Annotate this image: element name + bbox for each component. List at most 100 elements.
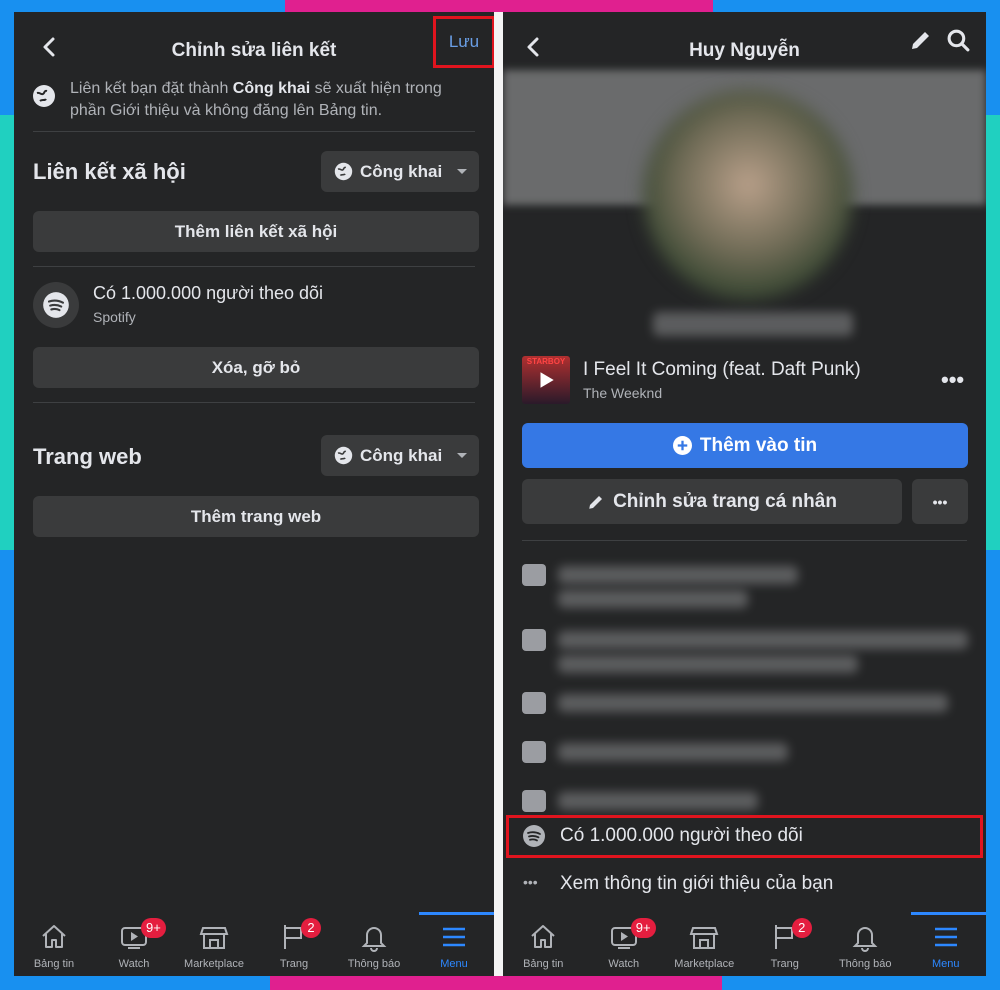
bottom-tab-bar: Bảng tin Watch 9+ Marketplace Trang 2 Thông bá… [503, 912, 986, 976]
home-icon [531, 925, 555, 948]
rss-feed-icon [522, 790, 546, 812]
graduation-cap-icon [522, 629, 546, 651]
bell-icon [361, 927, 387, 952]
bottom-tab-bar: Bảng tin Watch 9+ Marketplace Trang 2 Thông bá… [14, 912, 494, 976]
active-tab-indicator [419, 912, 494, 915]
tab-bảng-tin[interactable]: Bảng tin [14, 912, 94, 976]
home-icon [42, 925, 66, 948]
tab-bảng-tin[interactable]: Bảng tin [503, 912, 583, 976]
notification-badge: 2 [791, 918, 812, 938]
save-button[interactable]: Lưu [433, 16, 494, 68]
save-label: Lưu [448, 32, 480, 51]
notification-badge: 2 [301, 918, 321, 938]
marketplace-icon [689, 927, 719, 949]
divider-white [494, 12, 503, 976]
tab-label: Bảng tin [33, 958, 75, 970]
blurred-about-text [558, 655, 858, 673]
remove-link-button[interactable]: Xóa, gỡ bỏ [33, 347, 479, 388]
song-title: I Feel It Coming (feat. Daft Punk) [583, 359, 861, 380]
chevron-down-icon [457, 453, 468, 458]
divider [33, 402, 475, 403]
notification-badge: 9+ [141, 918, 166, 938]
social-links-heading: Liên kết xã hội [33, 159, 186, 184]
public-notice: Liên kết bạn đặt thành Công khai sẽ xuất… [70, 80, 442, 119]
chevron-down-icon [457, 169, 468, 174]
divider [33, 266, 475, 267]
profile-screen: Huy Nguyễn STARBOY I Feel It Coming (fea… [503, 12, 986, 976]
frame-pink-bottom [270, 976, 722, 990]
pencil-icon [589, 495, 603, 509]
tab-label: Menu [931, 958, 960, 970]
profile-more-button[interactable]: ••• [912, 479, 968, 524]
home-icon [522, 692, 546, 714]
tab-label: Watch [608, 958, 640, 970]
play-icon [540, 372, 554, 388]
tab-marketplace[interactable]: Marketplace [174, 912, 254, 976]
active-tab-indicator [910, 912, 986, 915]
menu-icon [934, 927, 957, 947]
website-privacy-dropdown[interactable]: Công khai [321, 435, 479, 476]
tab-label: Thông báo [838, 958, 892, 970]
album-art[interactable]: STARBOY [522, 356, 570, 404]
profile-picture [643, 90, 853, 300]
frame-teal-right [986, 115, 1000, 550]
blurred-about-text [558, 590, 748, 608]
see-about-link[interactable]: Xem thông tin giới thiệu của bạn [560, 873, 833, 895]
menu-icon [443, 927, 465, 947]
song-artist: The Weeknd [583, 385, 663, 401]
add-to-story-button[interactable]: Thêm vào tin [522, 423, 968, 468]
website-heading: Trang web [33, 444, 142, 469]
tab-menu[interactable]: Menu [414, 912, 494, 976]
edit-profile-button[interactable]: Chỉnh sửa trang cá nhân [522, 479, 902, 524]
tab-marketplace[interactable]: Marketplace [664, 912, 744, 976]
spotify-icon [523, 825, 545, 847]
bio-blurred [653, 312, 853, 336]
tab-thông-báo[interactable]: Thông báo [825, 912, 905, 976]
tab-label: Trang [279, 958, 309, 970]
blurred-about-text [558, 792, 758, 810]
blurred-about-text [558, 743, 788, 761]
plus-circle-icon [672, 436, 692, 455]
spotify-icon [33, 282, 79, 328]
tab-label: Watch [118, 958, 150, 970]
location-pin-icon [522, 741, 546, 763]
page-title: Chỉnh sửa liên kết [171, 40, 337, 61]
social-privacy-dropdown[interactable]: Công khai [321, 151, 479, 192]
music-more-button[interactable]: ••• [941, 367, 964, 393]
add-social-link-button[interactable]: Thêm liên kết xã hội [33, 211, 479, 252]
add-website-button[interactable]: Thêm trang web [33, 496, 479, 537]
tab-trang[interactable]: Trang 2 [745, 912, 825, 976]
tab-label: Trang [770, 958, 799, 970]
search-icon[interactable] [946, 28, 971, 53]
spotify-followers[interactable]: Có 1.000.000 người theo dõi [560, 825, 803, 847]
blurred-about-text [558, 566, 798, 584]
edit-links-screen: Chỉnh sửa liên kết Lưu Liên kết bạn đặt … [14, 12, 494, 976]
more-dots-icon: ••• [523, 874, 538, 890]
tab-menu[interactable]: Menu [906, 912, 986, 976]
tab-watch[interactable]: Watch 9+ [584, 912, 664, 976]
tab-trang[interactable]: Trang 2 [254, 912, 334, 976]
globe-icon [334, 162, 353, 181]
globe-icon [33, 85, 55, 107]
divider [33, 131, 475, 132]
blurred-about-text [558, 694, 948, 712]
tab-label: Menu [440, 958, 468, 970]
frame-pink-top [285, 0, 713, 12]
tab-label: Marketplace [184, 958, 244, 970]
tab-watch[interactable]: Watch 9+ [94, 912, 174, 976]
divider [522, 540, 967, 541]
marketplace-icon [199, 927, 229, 949]
globe-icon [334, 446, 353, 465]
tab-thông-báo[interactable]: Thông báo [334, 912, 414, 976]
pencil-icon[interactable] [909, 28, 933, 52]
tab-label: Marketplace [674, 958, 735, 970]
notification-badge: 9+ [630, 918, 656, 938]
tab-label: Thông báo [347, 958, 401, 970]
blurred-about-text [558, 631, 968, 649]
frame-teal-left [0, 115, 14, 550]
spotify-link-source: Spotify [93, 309, 136, 325]
tab-label: Bảng tin [523, 958, 564, 970]
briefcase-icon [522, 564, 546, 586]
bell-icon [852, 927, 878, 952]
album-art-text: STARBOY [526, 357, 566, 366]
